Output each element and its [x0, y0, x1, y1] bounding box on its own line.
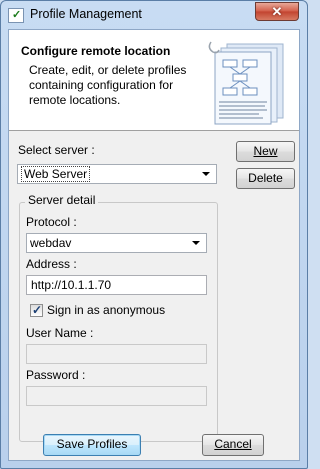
window-title: Profile Management — [30, 7, 142, 21]
new-button-label: New — [253, 144, 278, 158]
password-label: Password : — [26, 368, 86, 382]
dialog-body: Configure remote location Create, edit, … — [8, 29, 300, 461]
anonymous-label: Sign in as anonymous — [47, 303, 166, 317]
profile-management-window: ✓ Profile Management ✕ Configure remote … — [0, 0, 308, 469]
protocol-select-value: webdav — [30, 236, 72, 250]
server-select[interactable]: Web Server — [17, 164, 217, 184]
cancel-button-label: Cancel — [214, 437, 252, 451]
address-label: Address : — [26, 257, 77, 271]
app-icon: ✓ — [8, 8, 24, 23]
select-server-label: Select server : — [18, 143, 95, 157]
close-icon: ✕ — [271, 4, 283, 19]
header-description: Create, edit, or delete profiles contain… — [29, 63, 194, 108]
address-field[interactable]: http://10.1.1.70 — [26, 275, 207, 295]
anonymous-checkbox[interactable]: ✓ — [30, 303, 43, 317]
username-label: User Name : — [26, 326, 94, 340]
header-panel: Configure remote location Create, edit, … — [9, 30, 299, 131]
cancel-button[interactable]: Cancel — [202, 434, 264, 456]
delete-button-label: Delete — [248, 171, 283, 185]
documents-icon — [208, 41, 284, 125]
header-description-line: Create, edit, or delete profiles — [29, 63, 187, 77]
title-bar[interactable]: ✓ Profile Management ✕ — [1, 1, 307, 29]
chevron-down-icon — [192, 241, 200, 245]
save-profiles-button[interactable]: Save Profiles — [43, 434, 141, 456]
delete-button[interactable]: Delete — [236, 168, 295, 189]
header-description-line: remote locations. — [29, 93, 121, 107]
save-profiles-button-label: Save Profiles — [56, 437, 128, 451]
server-select-value: Web Server — [21, 166, 91, 182]
header-description-line: containing configuration for — [29, 78, 174, 92]
protocol-label: Protocol : — [26, 215, 77, 229]
server-detail-group-title: Server detail — [25, 193, 99, 207]
close-button[interactable]: ✕ — [255, 2, 299, 21]
header-title: Configure remote location — [21, 44, 171, 58]
password-field[interactable] — [26, 386, 207, 406]
username-field[interactable] — [26, 344, 207, 364]
chevron-down-icon — [202, 172, 210, 176]
checkmark-icon: ✓ — [32, 303, 43, 317]
new-button[interactable]: New — [236, 141, 295, 162]
protocol-select[interactable]: webdav — [26, 233, 207, 253]
